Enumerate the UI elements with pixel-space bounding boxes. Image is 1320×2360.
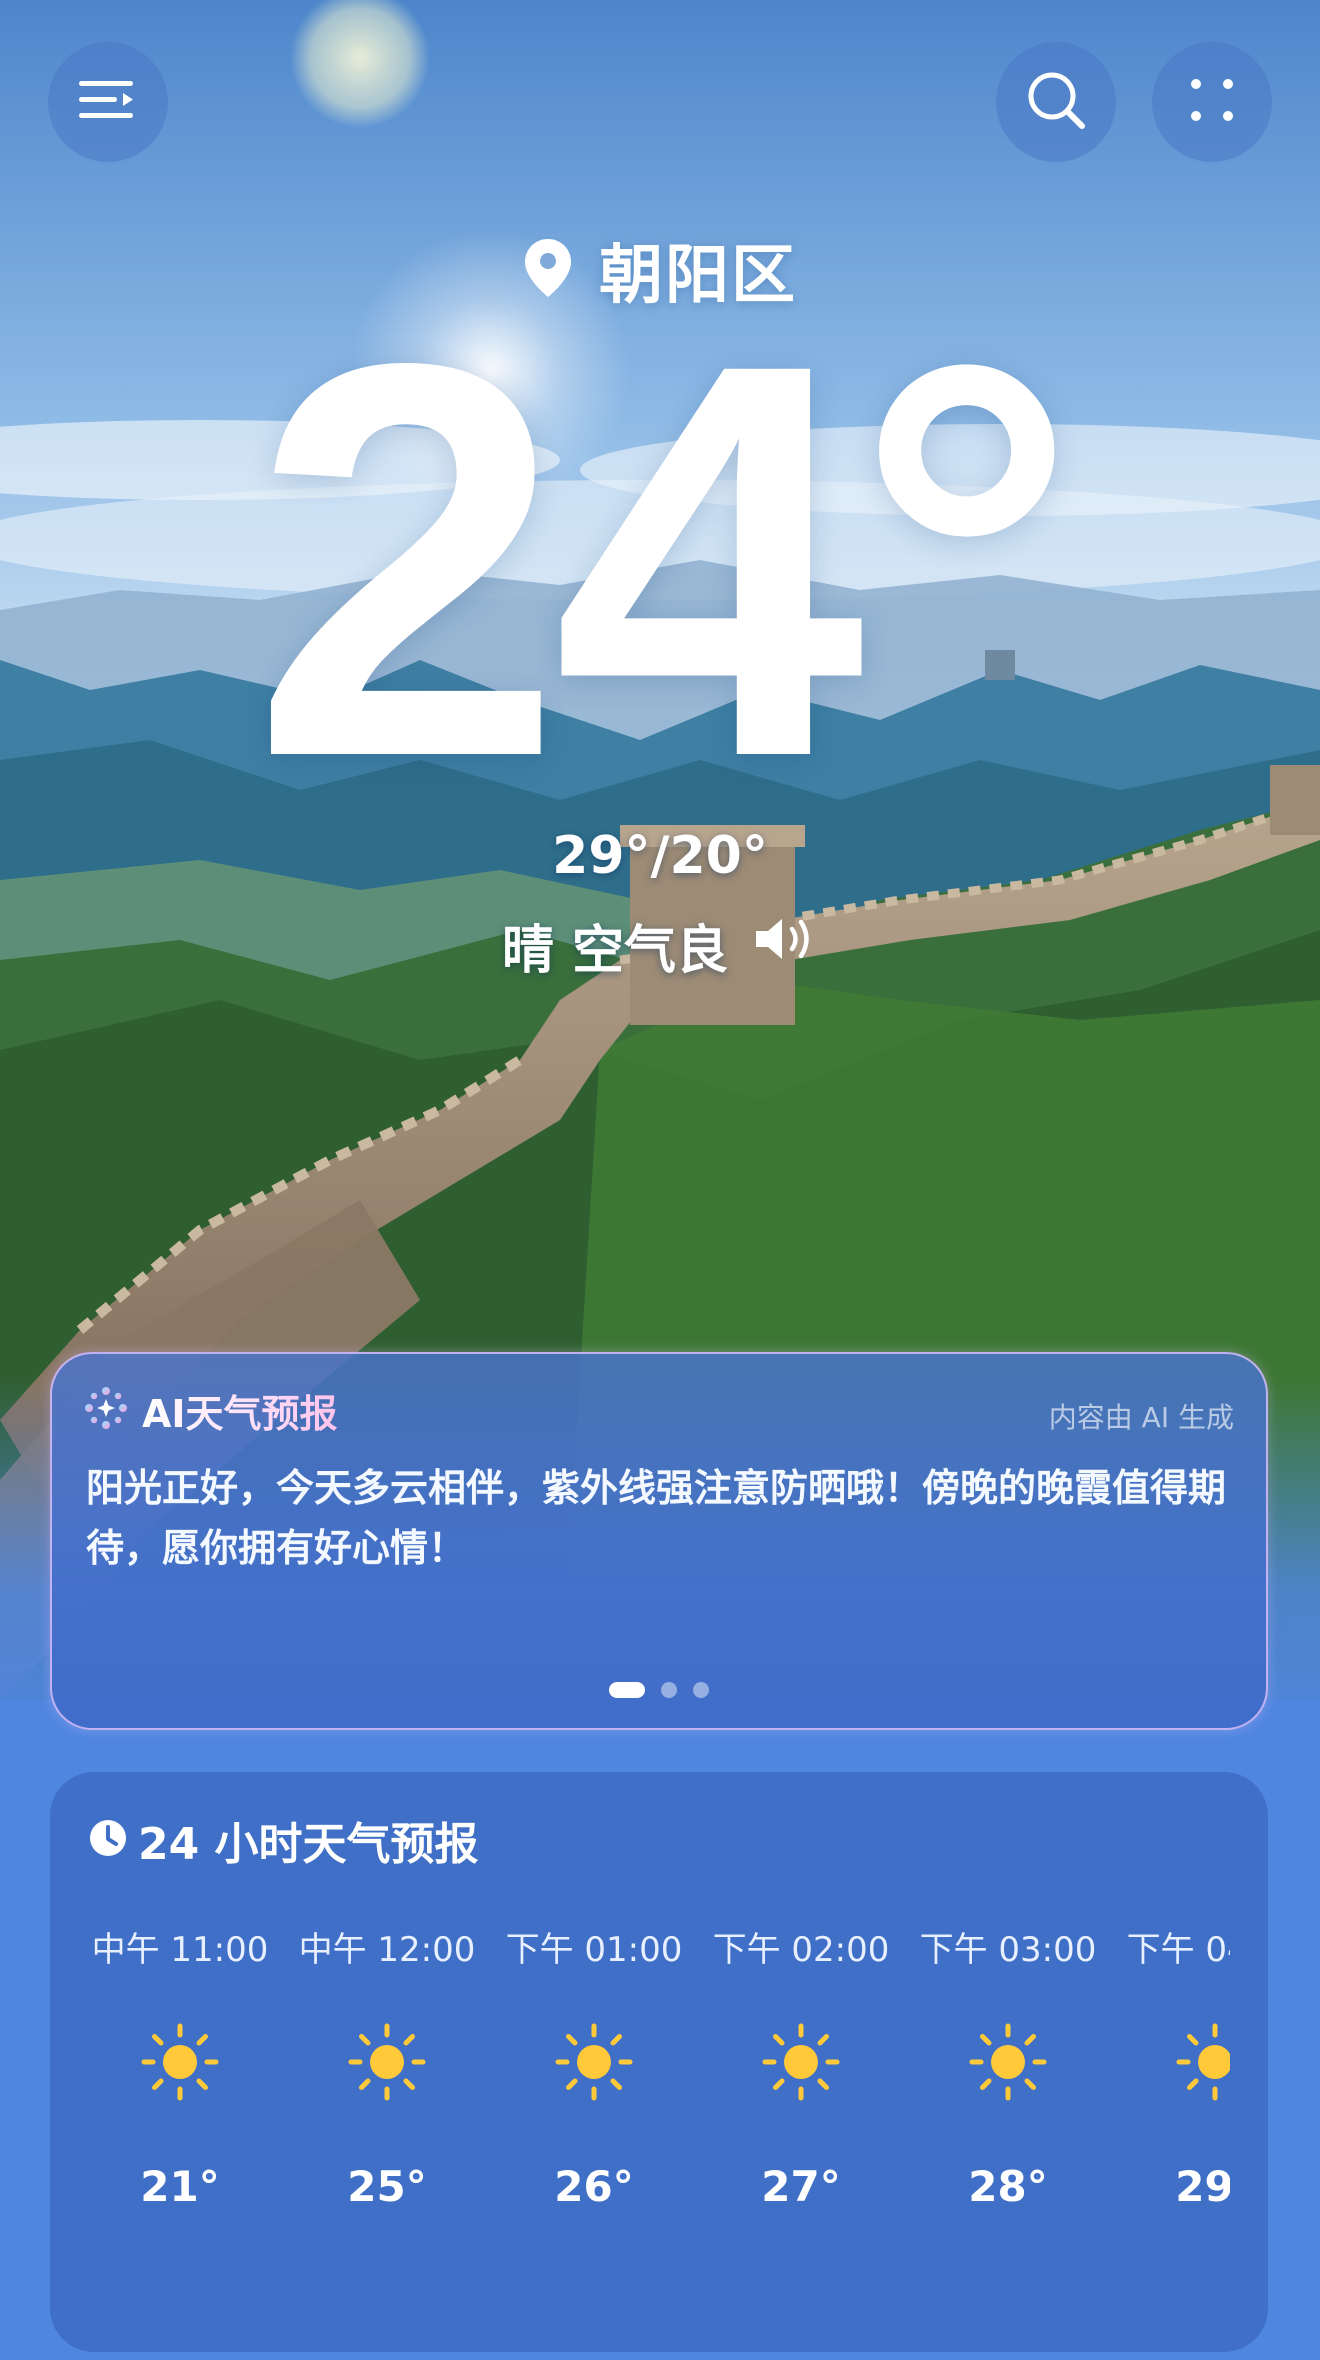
menu-icon: [77, 77, 139, 127]
hour-time: 下午 04:00: [1126, 1930, 1230, 1970]
hour-temperature: 25°: [347, 2162, 427, 2211]
hour-temperature: 26°: [554, 2162, 634, 2211]
apps-button[interactable]: [1152, 42, 1272, 162]
hour-temperature: 28°: [968, 2162, 1048, 2211]
current-temperature: 24°: [251, 247, 1079, 873]
ai-forecast-card[interactable]: AI天气预报 内容由 AI 生成 阳光正好，今天多云相伴，紫外线强注意防晒哦！傍…: [50, 1352, 1268, 1730]
ai-forecast-text: 阳光正好，今天多云相伴，紫外线强注意防晒哦！傍晚的晚霞值得期待，愿你拥有好心情！: [86, 1466, 1227, 1570]
page-dot: [693, 1682, 709, 1698]
hourly-forecast-card: 24 小时天气预报 中午 11:00 21° 中午 12:00 25° 下午 0…: [50, 1772, 1268, 2352]
hour-temperature: 27°: [761, 2162, 841, 2211]
hourly-forecast-list[interactable]: 中午 11:00 21° 中午 12:00 25° 下午 01:00 26° 下…: [80, 1922, 1230, 2342]
sun-icon: [140, 2022, 220, 2102]
ai-forecast-title: AI天气预报: [142, 1383, 338, 1438]
hour-time: 下午 01:00: [505, 1930, 683, 1970]
hourly-item[interactable]: 下午 03:00 28°: [908, 1922, 1108, 2342]
high-low-temperature: 29°/20°: [552, 826, 768, 886]
hourly-item[interactable]: 下午 01:00 26°: [494, 1922, 694, 2342]
page-dot-active: [609, 1682, 645, 1698]
speaker-icon[interactable]: [752, 914, 818, 977]
sun-icon: [347, 2022, 427, 2102]
hour-temperature: 21°: [140, 2162, 220, 2211]
hourly-item[interactable]: 下午 02:00 27°: [701, 1922, 901, 2342]
weather-condition: 晴 空气良: [501, 920, 729, 981]
hourly-forecast-title: 24 小时天气预报: [138, 1819, 479, 1870]
menu-button[interactable]: [48, 42, 168, 162]
hourly-item[interactable]: 中午 12:00 25°: [287, 1922, 487, 2342]
ai-generated-note: 内容由 AI 生成: [1048, 1401, 1234, 1434]
hour-time: 下午 03:00: [919, 1930, 1097, 1970]
ai-forecast-header: AI天气预报: [84, 1382, 338, 1438]
search-button[interactable]: [996, 42, 1116, 162]
sun-icon: [968, 2022, 1048, 2102]
hour-time: 下午 02:00: [712, 1930, 890, 1970]
page-dot: [661, 1682, 677, 1698]
hourly-item[interactable]: 中午 11:00 21°: [80, 1922, 280, 2342]
sun-icon: [761, 2022, 841, 2102]
page-indicator[interactable]: [52, 1682, 1266, 1698]
hour-time: 中午 11:00: [91, 1930, 269, 1970]
sun-icon: [1175, 2022, 1230, 2102]
hourly-forecast-header: 24 小时天气预报: [88, 1810, 479, 1870]
search-icon: [1024, 68, 1088, 136]
apps-grid-icon: [1184, 72, 1240, 132]
hour-temperature: 29°: [1175, 2162, 1230, 2211]
hourly-item[interactable]: 下午 04:00 29°: [1115, 1922, 1230, 2342]
clock-icon: [88, 1818, 128, 1862]
sun-icon: [554, 2022, 634, 2102]
hour-time: 中午 12:00: [298, 1930, 476, 1970]
condition-row: 晴 空气良: [0, 910, 1320, 981]
ai-sparkle-icon: [84, 1386, 128, 1434]
